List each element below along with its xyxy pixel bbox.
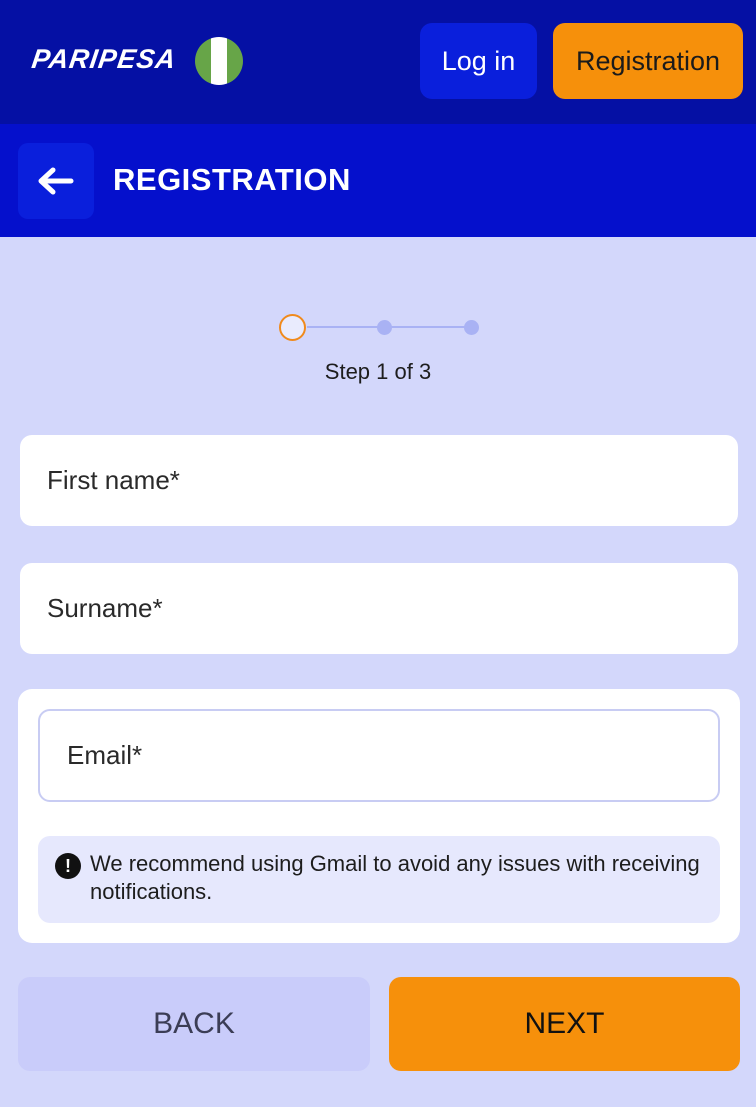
email-card: Email* ! We recommend using Gmail to avo…: [18, 689, 740, 943]
back-arrow-button[interactable]: [18, 143, 94, 219]
arrow-left-icon: [38, 167, 74, 195]
email-placeholder: Email*: [67, 740, 143, 770]
exclamation-circle-icon: !: [55, 853, 81, 879]
stepper-line: [307, 326, 477, 328]
first-name-placeholder: First name*: [47, 465, 180, 495]
first-name-field[interactable]: First name*: [20, 435, 738, 526]
step-3-indicator: [464, 320, 479, 335]
login-button[interactable]: Log in: [420, 23, 537, 99]
next-button[interactable]: NEXT: [389, 977, 740, 1071]
page-title: REGISTRATION: [113, 162, 351, 197]
step-label: Step 1 of 3: [324, 359, 432, 384]
surname-placeholder: Surname*: [47, 593, 163, 623]
top-bar: PARIPESA Log in Registration: [0, 0, 756, 124]
email-field[interactable]: Email*: [38, 709, 720, 802]
nigeria-flag-icon[interactable]: [195, 37, 243, 85]
registration-button[interactable]: Registration: [553, 23, 743, 99]
back-button[interactable]: BACK: [18, 977, 370, 1071]
step-1-indicator: [279, 314, 306, 341]
step-2-indicator: [377, 320, 392, 335]
page-title-bar: REGISTRATION: [0, 124, 756, 237]
surname-field[interactable]: Surname*: [20, 563, 738, 654]
registration-stepper: [278, 313, 480, 341]
gmail-notice: ! We recommend using Gmail to avoid any …: [38, 836, 720, 923]
paripesa-logo[interactable]: PARIPESA: [30, 44, 178, 75]
notice-text: We recommend using Gmail to avoid any is…: [90, 851, 700, 904]
